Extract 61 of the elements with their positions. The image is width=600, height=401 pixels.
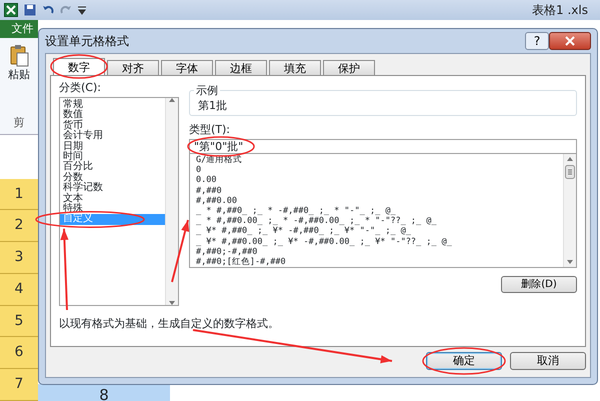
save-icon[interactable] xyxy=(24,4,36,16)
cancel-button[interactable]: 取消 xyxy=(510,352,586,370)
row-header[interactable]: 2 xyxy=(0,210,38,242)
description-text: 以现有格式为基础，生成自定义的数字格式。 xyxy=(59,316,280,332)
list-item[interactable]: 分数 xyxy=(60,172,165,184)
ok-button[interactable]: 确定 xyxy=(426,352,502,370)
category-label: 分类(C): xyxy=(59,82,102,95)
row-header[interactable]: 5 xyxy=(0,306,38,338)
type-input-field[interactable]: "第"0"批" xyxy=(189,139,577,154)
list-item[interactable]: 特殊 xyxy=(60,204,165,214)
scroll-up-icon[interactable] xyxy=(169,98,175,102)
scroll-thumb[interactable] xyxy=(565,165,575,179)
tab[interactable]: 填充 xyxy=(269,60,321,75)
list-item[interactable]: _ * #,##0.00_ ;_ * -#,##0.00_ ;_ * "-"??_ ;_ @_ xyxy=(196,216,561,226)
list-item[interactable]: #,##0;[红色]-#,##0 xyxy=(196,256,561,267)
spreadsheet-app-icon[interactable] xyxy=(4,3,18,17)
list-item[interactable]: #,##0.00 xyxy=(196,196,561,206)
tab[interactable]: 边框 xyxy=(215,60,267,75)
list-item[interactable]: 百分比 xyxy=(60,162,165,173)
tab[interactable]: 对齐 xyxy=(107,60,159,75)
list-item[interactable]: 0 xyxy=(196,165,561,176)
list-item[interactable]: 日期 xyxy=(60,142,165,152)
annotation-ellipse xyxy=(50,54,108,79)
type-label: 类型(T): xyxy=(189,124,232,137)
list-item[interactable]: _ * #,##0_ ;_ * -#,##0_ ;_ * "-"_ ;_ @_ xyxy=(196,206,561,216)
annotation-ellipse xyxy=(187,136,255,157)
row-header[interactable]: 1 xyxy=(0,178,38,210)
paste-button[interactable]: 粘贴 xyxy=(0,38,38,116)
sample-value: 第1批 xyxy=(198,99,227,112)
close-button[interactable] xyxy=(549,32,591,50)
list-item[interactable]: #,##0 xyxy=(196,186,561,196)
delete-button[interactable]: 删除(D) xyxy=(501,276,577,293)
list-item[interactable]: #,##0;-#,##0 xyxy=(196,246,561,257)
list-item[interactable]: _ ¥* #,##0_ ;_ ¥* -#,##0_ ;_ ¥* "-"_ ;_ @_ xyxy=(196,226,561,236)
cell[interactable]: 8 xyxy=(38,384,170,401)
help-button[interactable]: ? xyxy=(525,32,549,50)
list-item[interactable]: 常规 xyxy=(60,100,165,110)
customize-toolbar-icon[interactable] xyxy=(78,6,86,14)
list-item[interactable]: 会计专用 xyxy=(60,131,165,142)
tab[interactable]: 保护 xyxy=(323,60,375,75)
list-item[interactable]: 数值 xyxy=(60,110,165,121)
row-header[interactable]: 6 xyxy=(0,337,38,370)
list-item[interactable]: 科学记数 xyxy=(60,183,165,194)
row-header[interactable]: 7 xyxy=(0,369,38,401)
clipboard-icon[interactable] xyxy=(9,44,29,67)
list-item[interactable]: 0.00 xyxy=(196,175,561,186)
scroll-up-icon[interactable] xyxy=(567,157,573,161)
tab[interactable]: 字体 xyxy=(161,60,213,75)
close-icon[interactable] xyxy=(565,36,575,46)
dialog-title: 设置单元格格式 xyxy=(45,33,129,50)
list-item[interactable]: _ ¥* #,##0.00_ ;_ ¥* -#,##0.00_ ;_ ¥* "-"??_ ;_ @_ xyxy=(196,236,561,247)
window-title: 表格1 .xls xyxy=(532,2,589,19)
scroll-down-icon[interactable] xyxy=(567,260,573,264)
row-header[interactable]: 4 xyxy=(0,274,38,306)
scroll-down-icon[interactable] xyxy=(169,301,175,305)
ribbon-group-label: 剪 xyxy=(12,115,26,132)
row-header[interactable]: 3 xyxy=(0,242,38,274)
tab[interactable]: 数字 xyxy=(53,58,105,75)
list-item[interactable]: 文本 xyxy=(60,194,165,204)
undo-icon[interactable] xyxy=(42,4,54,16)
annotation-arrow xyxy=(171,220,190,282)
